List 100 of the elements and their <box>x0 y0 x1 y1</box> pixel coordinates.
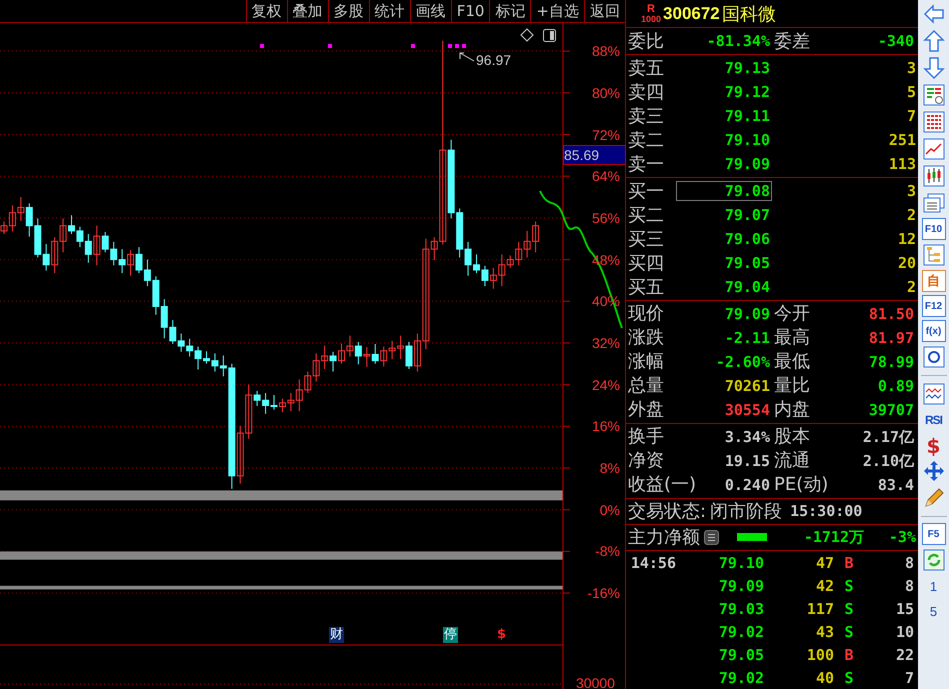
axis-label: 88% <box>592 43 620 60</box>
field-value: 81.50 <box>868 304 914 326</box>
toolbar-button[interactable]: 1 <box>930 575 938 597</box>
tick-price: 79.02 <box>718 622 764 640</box>
field-label: 委比 <box>628 30 665 54</box>
axis-label: -8% <box>595 543 620 560</box>
tick-volume: 43 <box>814 622 834 640</box>
grid-icon[interactable] <box>922 110 946 134</box>
order-level-label: 卖一 <box>628 153 665 176</box>
order-price[interactable]: 79.06 <box>676 229 772 250</box>
dividend-marker[interactable]: $ <box>496 627 508 643</box>
finance-marker[interactable]: 财 <box>329 627 344 643</box>
field-value: 2.17亿 <box>862 427 914 448</box>
order-price[interactable]: 79.07 <box>676 205 772 226</box>
field-label: 主力净额 <box>628 526 700 550</box>
line-chart-icon[interactable] <box>922 137 946 161</box>
peak-pointer-icon <box>460 52 474 62</box>
toolbar-button[interactable]: F12 <box>922 295 946 317</box>
axis-label: 56% <box>592 210 620 226</box>
order-level-label: 买二 <box>628 204 665 228</box>
wave-chart-icon[interactable] <box>922 382 946 406</box>
tick-time: 14:56 <box>630 554 676 572</box>
field-value: 39707 <box>868 400 914 422</box>
trade-count: 8 <box>904 576 914 594</box>
order-volume: 251 <box>888 131 916 150</box>
toolbar-button[interactable]: 5 <box>930 600 938 622</box>
toolbar-button[interactable]: 自 <box>922 270 946 292</box>
order-volume: 2 <box>906 206 916 224</box>
tick-volume: 40 <box>814 668 834 686</box>
field-label: 涨跌 <box>628 326 665 350</box>
order-price: 79.10 <box>724 130 771 150</box>
toolbar-button[interactable]: F10 <box>922 218 946 240</box>
field-label: PE(动) <box>773 473 828 498</box>
order-volume: 2 <box>906 278 916 296</box>
trade-count: 7 <box>904 668 914 686</box>
order-level-label: 卖三 <box>628 105 665 128</box>
status-time: 15:30:00 <box>790 502 862 520</box>
field-value: 30554 <box>724 400 770 422</box>
field-value: 70261 <box>724 376 770 398</box>
field-value: 79.09 <box>724 304 770 326</box>
toolbar-button[interactable]: F5 <box>922 523 946 545</box>
flow-bar <box>737 533 767 542</box>
tree-icon[interactable] <box>922 243 946 267</box>
trade-count: 10 <box>894 622 914 640</box>
order-price[interactable]: 79.05 <box>676 253 772 274</box>
halt-marker[interactable]: 停 <box>443 627 458 643</box>
flow-percent: -3% <box>888 528 916 546</box>
order-level-label: 卖二 <box>628 129 665 152</box>
trade-side: S <box>843 668 855 686</box>
order-price: 79.09 <box>724 154 771 174</box>
down-arrow-icon[interactable] <box>922 56 946 80</box>
list-icon[interactable] <box>704 530 719 545</box>
windows-icon[interactable] <box>922 191 946 215</box>
field-value: 83.4 <box>876 475 914 496</box>
order-level-label: 买一 <box>628 180 665 204</box>
field-label: 最低 <box>773 350 811 374</box>
refresh-icon[interactable] <box>922 548 946 572</box>
tick-price: 79.05 <box>718 646 764 664</box>
axis-label: 64% <box>592 168 620 184</box>
axis-label: 16% <box>592 418 620 434</box>
field-label: 外盘 <box>628 398 665 422</box>
order-price[interactable]: 79.04 <box>676 277 772 298</box>
panel-toggle-icon <box>543 29 556 42</box>
field-label: 量比 <box>773 374 811 398</box>
order-volume: 20 <box>896 254 916 272</box>
table-check-icon[interactable] <box>922 83 946 107</box>
field-label: 交易状态: <box>628 500 706 524</box>
field-value: 19.15 <box>724 451 770 472</box>
order-price: 79.13 <box>724 58 771 78</box>
axis-label: 8% <box>600 460 620 476</box>
field-value: -81.34% <box>706 32 770 50</box>
order-volume: 3 <box>906 59 916 78</box>
axis-label: 24% <box>592 376 620 393</box>
toolbar-button[interactable]: $ <box>926 434 940 456</box>
order-volume: 113 <box>888 155 916 174</box>
tick-volume: 42 <box>814 576 834 594</box>
stock-name: 国科微 <box>722 2 776 26</box>
axis-label: 0% <box>600 502 620 518</box>
order-price[interactable]: 79.08 <box>676 181 772 202</box>
field-label: 总量 <box>628 374 665 398</box>
badge-letter: R <box>647 4 655 14</box>
order-level-label: 买三 <box>628 228 665 252</box>
up-arrow-icon[interactable] <box>922 29 946 53</box>
toolbar-button[interactable]: RSI <box>924 409 942 431</box>
left-arrow-icon[interactable] <box>922 2 946 26</box>
price-tag: 85.69 <box>563 145 626 166</box>
move-arrows-icon[interactable] <box>922 459 946 483</box>
field-label: 委差 <box>773 30 811 54</box>
order-price: 79.12 <box>724 82 771 102</box>
field-value: -2.11 <box>724 328 770 350</box>
field-label: 内盘 <box>773 398 811 422</box>
order-level-label: 买四 <box>628 252 665 276</box>
field-value: 78.99 <box>868 352 914 374</box>
diamond-icon <box>520 28 534 42</box>
tick-price: 79.10 <box>718 554 764 572</box>
toolbar-button[interactable]: f(x) <box>922 320 946 342</box>
trade-side: B <box>843 554 855 572</box>
trading-status: 闭市阶段 <box>710 500 782 524</box>
candlestick-icon[interactable] <box>922 164 946 188</box>
field-label: 净资 <box>628 449 665 474</box>
